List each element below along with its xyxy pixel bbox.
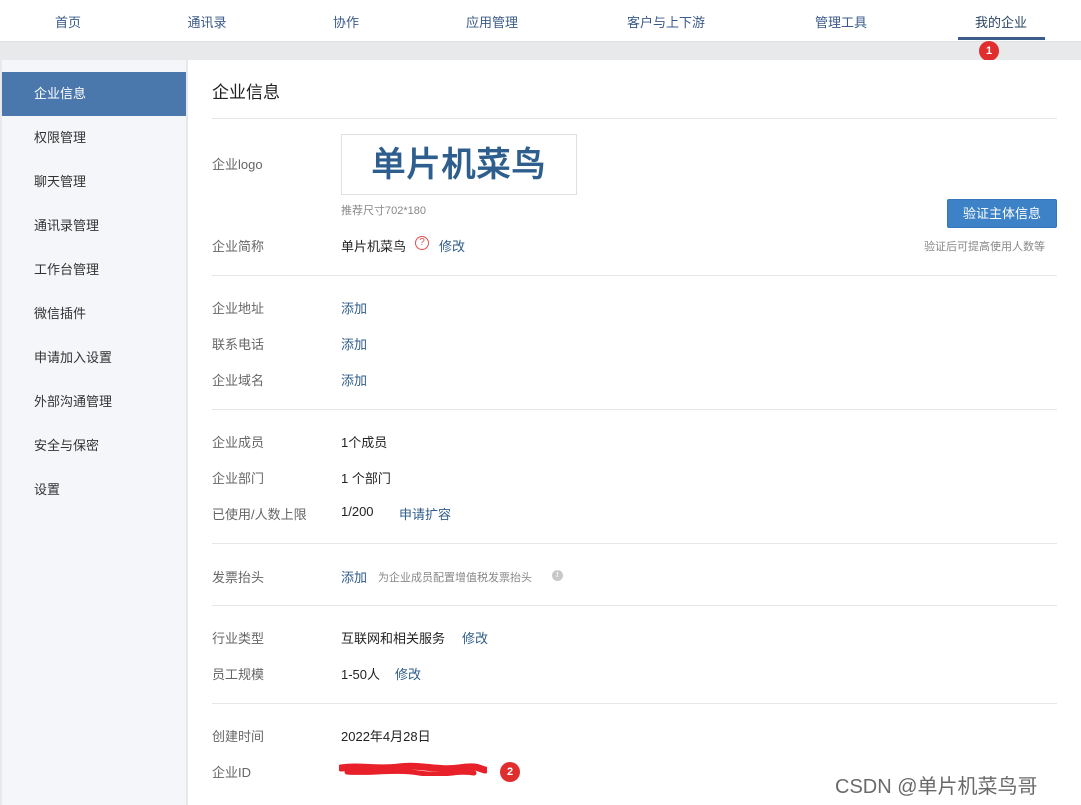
page-title: 企业信息 — [212, 83, 280, 102]
divider — [212, 703, 1057, 704]
sidebar-item-security[interactable]: 安全与保密 — [2, 424, 186, 468]
domain-add-link[interactable]: 添加 — [341, 370, 367, 389]
usage-label: 已使用/人数上限 — [212, 507, 307, 522]
divider — [212, 605, 1057, 606]
divider — [212, 543, 1057, 544]
annotation-badge-2: 2 — [500, 762, 520, 782]
help-icon[interactable]: ? — [415, 236, 429, 250]
address-add-link[interactable]: 添加 — [341, 298, 367, 317]
sidebar-item-external-communication[interactable]: 外部沟通管理 — [2, 380, 186, 424]
divider — [212, 118, 1057, 119]
sidebar-item-permissions[interactable]: 权限管理 — [2, 116, 186, 160]
logo-size-hint: 推荐尺寸702*180 — [341, 205, 426, 217]
invoice-add-link[interactable]: 添加 — [341, 567, 367, 586]
sidebar-item-workbench-management[interactable]: 工作台管理 — [2, 248, 186, 292]
industry-value: 互联网和相关服务 — [341, 631, 446, 646]
nav-management-tools[interactable]: 管理工具 — [815, 12, 867, 31]
watermark: CSDN @单片机菜鸟哥 — [835, 776, 1038, 798]
departments-value: 1 个部门 — [341, 471, 391, 486]
phone-label: 联系电话 — [212, 337, 265, 352]
sidebar-item-join-settings[interactable]: 申请加入设置 — [2, 336, 186, 380]
scale-value: 1-50人 — [341, 667, 381, 682]
sidebar-item-contacts-management[interactable]: 通讯录管理 — [2, 204, 186, 248]
sidebar: 企业信息 权限管理 聊天管理 通讯录管理 工作台管理 微信插件 申请加入设置 外… — [2, 60, 187, 805]
sidebar-item-chat-management[interactable]: 聊天管理 — [2, 160, 186, 204]
divider — [212, 409, 1057, 410]
logo-label: 企业logo — [212, 157, 263, 172]
corp-id-label: 企业ID — [212, 765, 252, 780]
nav-active-underline — [958, 37, 1045, 40]
scale-label: 员工规模 — [212, 667, 265, 682]
invoice-label: 发票抬头 — [212, 570, 265, 585]
industry-edit-link[interactable]: 修改 — [462, 628, 488, 647]
nav-contacts[interactable]: 通讯录 — [187, 12, 226, 31]
logo-text: 单片机菜鸟 — [371, 145, 547, 185]
divider — [212, 275, 1057, 276]
verify-entity-button[interactable]: 验证主体信息 — [947, 199, 1057, 228]
sidebar-item-company-info[interactable]: 企业信息 — [2, 72, 186, 116]
nav-home[interactable]: 首页 — [55, 12, 81, 31]
main-panel: 企业信息 企业logo 单片机菜鸟 推荐尺寸702*180 验证主体信息 验证后… — [188, 60, 1081, 805]
sidebar-item-wechat-plugin[interactable]: 微信插件 — [2, 292, 186, 336]
phone-add-link[interactable]: 添加 — [341, 334, 367, 353]
departments-label: 企业部门 — [212, 471, 265, 486]
apply-expansion-link[interactable]: 申请扩容 — [399, 504, 451, 523]
scale-edit-link[interactable]: 修改 — [395, 664, 421, 683]
short-name-edit-link[interactable]: 修改 — [439, 236, 465, 255]
annotation-badge-1: 1 — [979, 41, 999, 61]
sidebar-item-settings[interactable]: 设置 — [2, 468, 186, 512]
created-label: 创建时间 — [212, 729, 265, 744]
usage-value: 1/200 — [341, 504, 374, 519]
address-label: 企业地址 — [212, 301, 265, 316]
company-logo[interactable]: 单片机菜鸟 — [341, 134, 577, 195]
members-label: 企业成员 — [212, 435, 265, 450]
created-value: 2022年4月28日 — [341, 729, 431, 744]
industry-label: 行业类型 — [212, 631, 265, 646]
short-name-label: 企业简称 — [212, 239, 265, 254]
members-value: 1个成员 — [341, 435, 388, 450]
domain-label: 企业域名 — [212, 373, 265, 388]
top-nav: 首页 通讯录 协作 应用管理 客户与上下游 管理工具 我的企业 — [0, 0, 1081, 42]
redacted-corp-id — [339, 762, 487, 776]
nav-my-company[interactable]: 我的企业 — [975, 12, 1027, 31]
nav-app-management[interactable]: 应用管理 — [466, 12, 518, 31]
nav-customers-partners[interactable]: 客户与上下游 — [627, 12, 705, 31]
info-icon[interactable]: i — [552, 570, 563, 581]
invoice-hint: 为企业成员配置增值税发票抬头 — [378, 572, 532, 584]
verify-hint: 验证后可提高使用人数等 — [924, 241, 1045, 253]
nav-collaboration[interactable]: 协作 — [333, 12, 359, 31]
short-name-value: 单片机菜鸟 — [341, 239, 407, 254]
